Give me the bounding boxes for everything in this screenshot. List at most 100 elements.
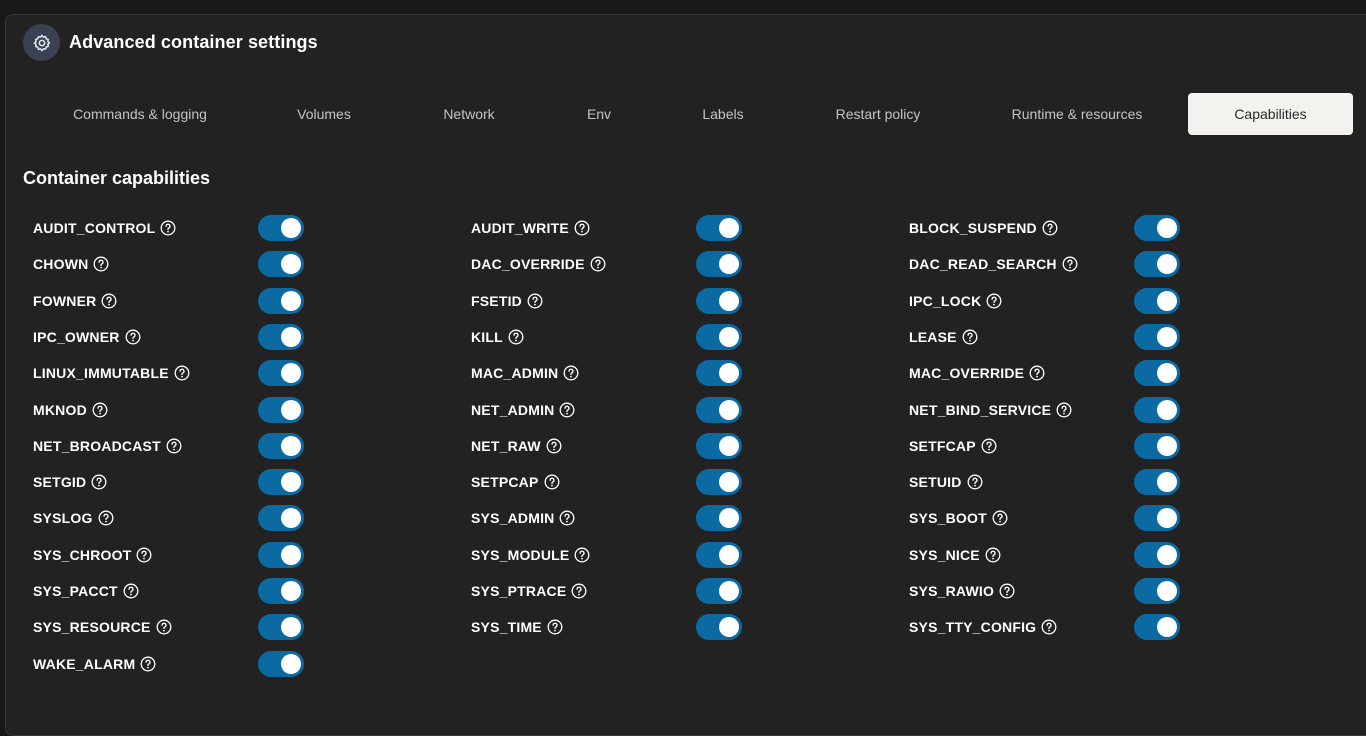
capability-toggle[interactable] [696, 578, 742, 604]
help-icon[interactable] [563, 365, 579, 381]
capability-toggle[interactable] [696, 251, 742, 277]
capability-toggle[interactable] [258, 651, 304, 677]
capability-toggle[interactable] [696, 360, 742, 386]
capability-toggle[interactable] [1134, 397, 1180, 423]
help-icon[interactable] [559, 402, 575, 418]
help-icon[interactable] [91, 474, 107, 490]
toggle-knob [1157, 617, 1177, 637]
toggle-knob [1157, 472, 1177, 492]
help-icon[interactable] [981, 438, 997, 454]
capability-label: AUDIT_WRITE [471, 220, 569, 236]
capability-toggle[interactable] [696, 433, 742, 459]
help-icon[interactable] [1041, 619, 1057, 635]
tab-runtime-resources[interactable]: Runtime & resources [992, 93, 1162, 135]
help-icon[interactable] [156, 619, 172, 635]
help-icon[interactable] [1029, 365, 1045, 381]
capability-toggle[interactable] [696, 505, 742, 531]
capability-toggle[interactable] [258, 578, 304, 604]
capability-row: AUDIT_CONTROL [33, 213, 306, 243]
help-icon[interactable] [508, 329, 524, 345]
help-icon[interactable] [1042, 220, 1058, 236]
capability-toggle[interactable] [258, 542, 304, 568]
help-icon[interactable] [967, 474, 983, 490]
capability-label: NET_ADMIN [471, 402, 555, 418]
help-icon[interactable] [1056, 402, 1072, 418]
capability-toggle[interactable] [1134, 288, 1180, 314]
capability-toggle[interactable] [696, 215, 742, 241]
capability-toggle[interactable] [696, 469, 742, 495]
capability-toggle[interactable] [1134, 251, 1180, 277]
capability-row: KILL [471, 322, 744, 352]
capability-toggle[interactable] [696, 288, 742, 314]
capability-toggle[interactable] [1134, 542, 1180, 568]
help-icon[interactable] [574, 547, 590, 563]
capability-label: SYS_RAWIO [909, 583, 995, 599]
help-icon[interactable] [166, 438, 182, 454]
help-icon[interactable] [101, 293, 117, 309]
help-icon[interactable] [527, 293, 543, 309]
tab-capabilities[interactable]: Capabilities [1188, 93, 1353, 135]
help-icon[interactable] [547, 619, 563, 635]
tab-restart-policy[interactable]: Restart policy [808, 93, 948, 135]
toggle-knob [719, 617, 739, 637]
capability-label: LEASE [909, 329, 957, 345]
capability-label: FOWNER [33, 293, 97, 309]
capability-toggle[interactable] [696, 397, 742, 423]
capability-row: NET_BROADCAST [33, 431, 306, 461]
help-icon[interactable] [140, 656, 156, 672]
capability-row: WAKE_ALARM [33, 649, 306, 679]
capability-row: SYS_PACCT [33, 576, 306, 606]
capability-toggle[interactable] [258, 360, 304, 386]
help-icon[interactable] [559, 510, 575, 526]
capability-row: SYS_ADMIN [471, 503, 744, 533]
capability-toggle[interactable] [258, 324, 304, 350]
tab-volumes[interactable]: Volumes [264, 93, 384, 135]
help-icon[interactable] [125, 329, 141, 345]
capability-row: AUDIT_WRITE [471, 213, 744, 243]
capability-toggle[interactable] [1134, 360, 1180, 386]
capability-toggle[interactable] [258, 614, 304, 640]
capability-toggle[interactable] [258, 288, 304, 314]
help-icon[interactable] [546, 438, 562, 454]
help-icon[interactable] [986, 293, 1002, 309]
capability-toggle[interactable] [258, 433, 304, 459]
capability-toggle[interactable] [696, 324, 742, 350]
tab-network[interactable]: Network [414, 93, 524, 135]
help-icon[interactable] [136, 547, 152, 563]
help-icon[interactable] [999, 583, 1015, 599]
capability-toggle[interactable] [1134, 578, 1180, 604]
capability-toggle[interactable] [258, 469, 304, 495]
help-icon[interactable] [98, 510, 114, 526]
tab-labels[interactable]: Labels [683, 93, 763, 135]
capability-toggle[interactable] [1134, 614, 1180, 640]
help-icon[interactable] [1062, 256, 1078, 272]
capability-toggle[interactable] [258, 215, 304, 241]
capability-toggle[interactable] [258, 397, 304, 423]
help-icon[interactable] [571, 583, 587, 599]
help-icon[interactable] [174, 365, 190, 381]
help-icon[interactable] [574, 220, 590, 236]
help-icon[interactable] [992, 510, 1008, 526]
capability-toggle[interactable] [696, 614, 742, 640]
capability-toggle[interactable] [1134, 433, 1180, 459]
capability-toggle[interactable] [696, 542, 742, 568]
capability-toggle[interactable] [1134, 505, 1180, 531]
capability-row: NET_RAW [471, 431, 744, 461]
help-icon[interactable] [123, 583, 139, 599]
tab-commands-logging[interactable]: Commands & logging [40, 93, 240, 135]
capability-toggle[interactable] [258, 251, 304, 277]
help-icon[interactable] [544, 474, 560, 490]
capability-toggle[interactable] [1134, 469, 1180, 495]
help-icon[interactable] [962, 329, 978, 345]
capability-toggle[interactable] [258, 505, 304, 531]
help-icon[interactable] [590, 256, 606, 272]
toggle-knob [1157, 327, 1177, 347]
capability-toggle[interactable] [1134, 215, 1180, 241]
help-icon[interactable] [92, 402, 108, 418]
capability-toggle[interactable] [1134, 324, 1180, 350]
help-icon[interactable] [985, 547, 1001, 563]
capability-row: SETUID [909, 467, 1182, 497]
help-icon[interactable] [93, 256, 109, 272]
tab-env[interactable]: Env [564, 93, 634, 135]
help-icon[interactable] [160, 220, 176, 236]
